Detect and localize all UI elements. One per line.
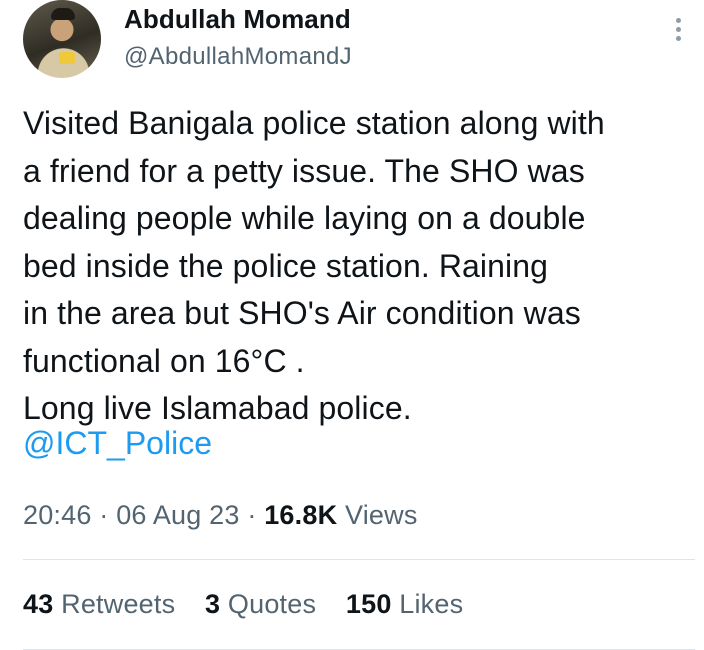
meta-separator: · bbox=[247, 500, 257, 530]
likes-stat[interactable]: 150 Likes bbox=[346, 589, 463, 619]
more-vertical-icon[interactable] bbox=[675, 18, 683, 44]
tweet-time[interactable]: 20:46 bbox=[23, 500, 92, 530]
meta-separator: · bbox=[99, 500, 109, 530]
quotes-label: Quotes bbox=[227, 589, 317, 619]
avatar[interactable] bbox=[23, 0, 101, 78]
divider bbox=[23, 559, 695, 560]
tweet-text: Visited Banigala police station along wi… bbox=[23, 105, 605, 426]
tweet-stats: 43 Retweets 3 Quotes 150 Likes bbox=[23, 589, 485, 620]
retweets-count: 43 bbox=[23, 589, 54, 619]
quotes-stat[interactable]: 3 Quotes bbox=[205, 589, 324, 619]
likes-count: 150 bbox=[345, 589, 392, 619]
tweet-date[interactable]: 06 Aug 23 bbox=[116, 500, 239, 530]
quotes-count: 3 bbox=[205, 589, 221, 619]
more-dot bbox=[676, 27, 681, 32]
retweets-stat[interactable]: 43 Retweets bbox=[23, 589, 183, 619]
likes-label: Likes bbox=[399, 589, 464, 619]
author-handle[interactable]: @AbdullahMomandJ bbox=[124, 43, 352, 71]
views-label: Views bbox=[344, 500, 418, 530]
more-dot bbox=[676, 36, 681, 41]
mention-link[interactable]: @ICT_Police bbox=[23, 425, 212, 462]
avatar-detail bbox=[59, 52, 75, 64]
tweet-meta: 20:46 · 06 Aug 23 · 16.8K Views bbox=[23, 500, 418, 531]
retweets-label: Retweets bbox=[61, 589, 176, 619]
views-count: 16.8K bbox=[264, 500, 338, 530]
more-dot bbox=[676, 18, 681, 23]
avatar-hair bbox=[51, 8, 75, 20]
author-name[interactable]: Abdullah Momand bbox=[124, 4, 351, 35]
